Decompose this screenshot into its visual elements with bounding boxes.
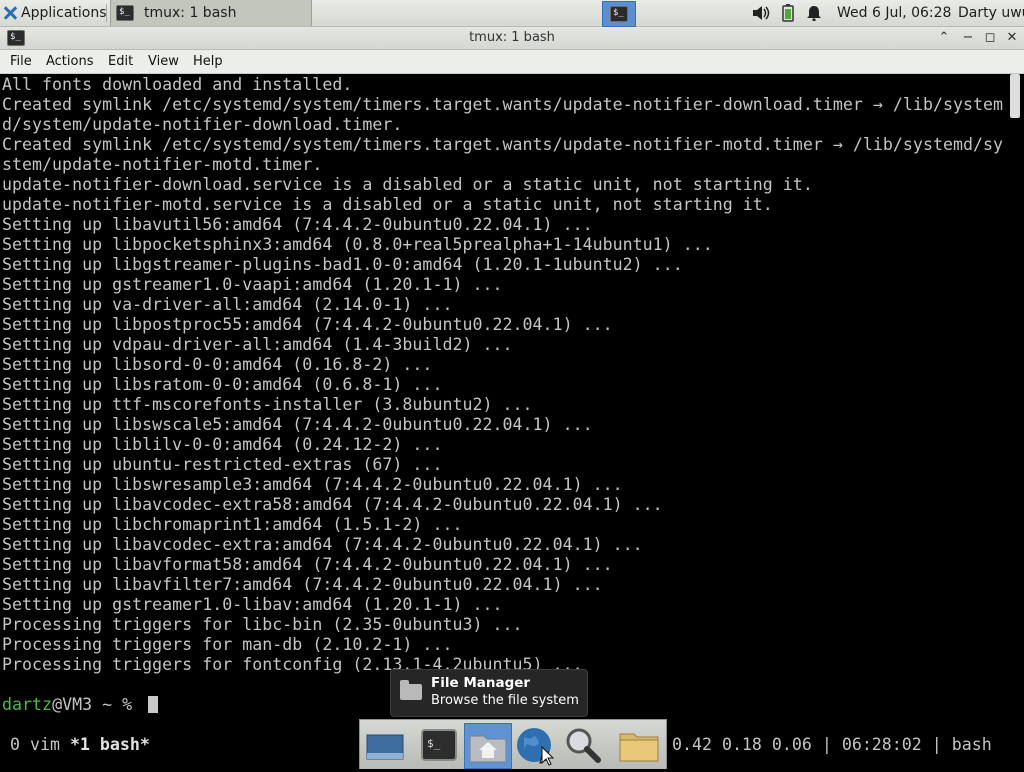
user-menu[interactable]: Darty uwu: [958, 0, 1024, 26]
dock-tooltip: File Manager Browse the file system: [390, 669, 588, 717]
terminal-line: Setting up libpostproc55:amd64 (7:4.4.2-…: [2, 315, 613, 334]
web-browser-icon[interactable]: [512, 723, 558, 767]
terminal-line: Setting up libavutil56:amd64 (7:4.4.2-0u…: [2, 215, 593, 234]
terminal-line: Processing triggers for libc-bin (2.35-0…: [2, 615, 523, 634]
notification-bell-icon[interactable]: [804, 0, 824, 26]
maximize-button-icon[interactable]: ◻: [980, 28, 1000, 48]
terminal-scrollbar[interactable]: [1008, 74, 1022, 768]
menu-file[interactable]: File: [10, 50, 32, 73]
terminal-line: Setting up libsratom-0-0:amd64 (0.6.8-1)…: [2, 375, 443, 394]
menu-edit[interactable]: Edit: [108, 50, 133, 73]
terminal-icon: $_: [610, 6, 628, 22]
top-panel: Applications $_ tmux: 1 bash $_ Wed 6 Ju…: [0, 0, 1024, 27]
tmux-window-list[interactable]: 0 vim: [0, 735, 70, 754]
menu-view[interactable]: View: [148, 50, 179, 73]
tooltip-title: File Manager: [431, 675, 531, 691]
panel-clock[interactable]: Wed 6 Jul, 06:28: [837, 0, 951, 26]
menu-help[interactable]: Help: [193, 50, 223, 73]
scrollbar-thumb[interactable]: [1010, 74, 1020, 118]
terminal-line: Setting up libpocketsphinx3:amd64 (0.8.0…: [2, 235, 713, 254]
prompt-user: dartz: [2, 695, 53, 714]
home-folder-icon[interactable]: [464, 723, 512, 769]
search-icon[interactable]: [560, 723, 606, 767]
tooltip-subtitle: Browse the file system: [431, 693, 579, 708]
dock: $_: [359, 719, 667, 769]
terminal-line: Setting up libchromaprint1:amd64 (1.5.1-…: [2, 515, 463, 534]
terminal-line: Setting up libgstreamer-plugins-bad1.0-0…: [2, 255, 683, 274]
shade-button-icon[interactable]: ⌃: [934, 28, 954, 48]
terminal-line: d/system/update-notifier-download.timer.: [2, 115, 403, 134]
terminal-line: Setting up gstreamer1.0-libav:amd64 (1.2…: [2, 595, 503, 614]
taskbar-button-tmux[interactable]: $_ tmux: 1 bash: [110, 0, 312, 26]
terminal-line: Setting up libsord-0-0:amd64 (0.16.8-2) …: [2, 355, 433, 374]
close-button-icon[interactable]: ✕: [1002, 28, 1022, 48]
minimize-button-icon[interactable]: −: [958, 28, 978, 48]
terminal-line: Setting up libswresample3:amd64 (7:4.4.2…: [2, 475, 623, 494]
svg-text:$_: $_: [427, 737, 441, 750]
terminal-line: Setting up liblilv-0-0:amd64 (0.24.12-2)…: [2, 435, 443, 454]
folder-icon[interactable]: [616, 723, 662, 767]
terminal-icon[interactable]: $_: [416, 723, 462, 767]
prompt-host: @VM3 ~ %: [52, 695, 143, 714]
panel-separator: [106, 4, 107, 22]
taskbar-label: tmux: 1 bash: [144, 5, 237, 21]
terminal-line: Created symlink /etc/systemd/system/time…: [2, 95, 1004, 114]
terminal-line: update-notifier-download.service is a di…: [2, 175, 813, 194]
workspace-pager[interactable]: $_: [602, 1, 636, 27]
tmux-status-right: 0.42 0.18 0.06 | 06:28:02 | bash: [672, 735, 992, 754]
terminal-line: stem/update-notifier-motd.timer.: [2, 155, 323, 174]
terminal-line: Setting up vdpau-driver-all:amd64 (1.4-3…: [2, 335, 513, 354]
terminal-line: Setting up va-driver-all:amd64 (2.14.0-1…: [2, 295, 453, 314]
terminal-line: Setting up gstreamer1.0-vaapi:amd64 (1.2…: [2, 275, 503, 294]
terminal-line: Created symlink /etc/systemd/system/time…: [2, 135, 1004, 154]
file-manager-icon: [400, 680, 422, 700]
window-titlebar[interactable]: $_ tmux: 1 bash ⌃ − ◻ ✕: [0, 27, 1024, 50]
terminal-line: update-notifier-motd.service is a disabl…: [2, 195, 773, 214]
window-title: tmux: 1 bash: [469, 30, 555, 45]
volume-icon[interactable]: [750, 0, 772, 26]
terminal-line: Setting up libavformat58:amd64 (7:4.4.2-…: [2, 555, 613, 574]
terminal-line: Setting up ttf-mscorefonts-installer (3.…: [2, 395, 533, 414]
text-cursor: [148, 696, 159, 713]
terminal-icon: $_: [116, 5, 134, 21]
shell-prompt: dartz@VM3 ~ %: [2, 695, 159, 715]
terminal-line: Processing triggers for man-db (2.10.2-1…: [2, 635, 453, 654]
terminal-line: Setting up libavcodec-extra58:amd64 (7:4…: [2, 495, 663, 514]
menubar: File Actions Edit View Help: [0, 50, 1024, 74]
xfce-logo-icon: [3, 6, 17, 20]
applications-label: Applications: [21, 5, 107, 21]
terminal-line: All fonts downloaded and installed.: [2, 75, 353, 94]
applications-menu[interactable]: Applications: [0, 0, 107, 26]
terminal-line: Setting up libavcodec-extra:amd64 (7:4.4…: [2, 535, 643, 554]
show-desktop-icon[interactable]: [362, 723, 408, 767]
menu-actions[interactable]: Actions: [46, 50, 94, 73]
terminal-line: Setting up libswscale5:amd64 (7:4.4.2-0u…: [2, 415, 593, 434]
terminal-line: Setting up libavfilter7:amd64 (7:4.4.2-0…: [2, 575, 603, 594]
battery-icon[interactable]: [778, 0, 798, 26]
terminal-output[interactable]: All fonts downloaded and installed. Creat…: [0, 74, 1022, 768]
terminal-line: Setting up ubuntu-restricted-extras (67)…: [2, 455, 443, 474]
tmux-active-window[interactable]: *1 bash*: [70, 735, 150, 754]
